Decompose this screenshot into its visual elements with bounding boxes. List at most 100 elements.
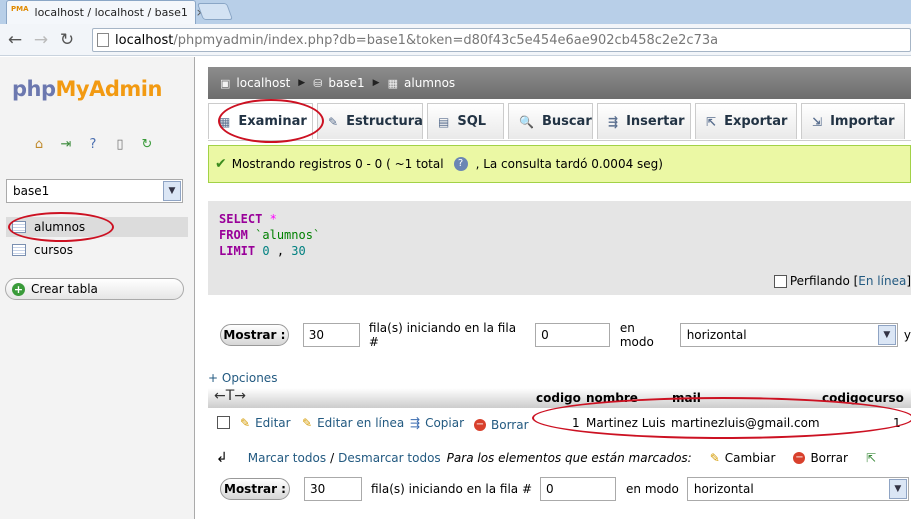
delete-link[interactable]: − Borrar [474, 410, 529, 440]
breadcrumb-server-label: localhost [236, 76, 291, 90]
tab-exportar[interactable]: ⇱ Exportar [695, 103, 797, 139]
browser-tab[interactable]: PMA localhost / localhost / base1 × [6, 0, 205, 24]
chevron-down-icon: ▼ [888, 479, 907, 499]
uncheck-all-link[interactable]: Desmarcar todos [338, 451, 441, 465]
rows-count-input[interactable]: 30 [304, 477, 362, 501]
table-icon [12, 221, 26, 233]
display-mode-select[interactable]: horizontal ▼ [679, 323, 898, 347]
navigation-row-bottom: Mostrar : 30 fila(s) iniciando en la fil… [220, 476, 911, 502]
breadcrumb-server[interactable]: ▣ localhost [220, 76, 290, 90]
forward-arrow-icon[interactable]: → [30, 30, 52, 50]
phpmyadmin-logo[interactable]: phpMyAdmin [12, 77, 162, 101]
tab-importar[interactable]: ⇲ Importar [801, 103, 905, 139]
start-row-input[interactable]: 0 [535, 323, 610, 347]
success-text-start: Mostrando registros 0 - 0 ( ~1 total [231, 157, 444, 171]
docs-icon[interactable]: ▯ [111, 137, 129, 153]
mode-label: en modo [626, 482, 679, 496]
column-header-codigocurso[interactable]: codigocurso [822, 388, 904, 408]
tab-examinar[interactable]: ▦ Examinar [208, 103, 313, 139]
sidebar-item-cursos[interactable]: cursos [6, 240, 188, 260]
bulk-change-button[interactable]: ✎ Cambiar [710, 451, 776, 465]
back-arrow-icon[interactable]: ← [4, 30, 26, 50]
browser-toolbar: ← → ↻ localhost/phpmyadmin/index.php?db=… [0, 24, 911, 56]
breadcrumb: ▣ localhost ▶ ⛁ base1 ▶ ▦ alumnos [208, 67, 911, 99]
rows-label: fila(s) iniciando en la fila # [368, 321, 517, 349]
breadcrumb-database-label: base1 [328, 76, 365, 90]
cell-nombre: Martinez Luis [586, 416, 666, 430]
reload-icon[interactable]: ↻ [138, 137, 156, 153]
database-select-value: base1 [13, 184, 50, 198]
sql-keyword-from: FROM [219, 228, 248, 242]
column-header-nombre[interactable]: nombre [586, 388, 638, 408]
display-mode-value: horizontal [693, 482, 754, 496]
home-icon[interactable]: ⌂ [30, 137, 48, 153]
tab-label: Importar [830, 114, 895, 129]
sidebar-item-label: cursos [34, 243, 73, 257]
logout-icon[interactable]: ⇥ [57, 137, 75, 153]
bulk-export-icon[interactable]: ⇱ [866, 451, 876, 465]
sidebar-item-alumnos[interactable]: alumnos [6, 217, 188, 237]
tab-insertar[interactable]: ⇶ Insertar [597, 103, 691, 139]
mode-label: en modo [619, 321, 654, 349]
tab-label: Exportar [724, 114, 788, 129]
tab-buscar[interactable]: 🔍 Buscar [508, 103, 593, 139]
sidebar-item-label: alumnos [34, 220, 86, 234]
inline-edit-row-link[interactable]: ✎ Editar en línea [302, 408, 404, 438]
row-checkbox[interactable] [217, 416, 230, 429]
table-icon: ▦ [387, 76, 398, 90]
inline-edit-link[interactable]: En línea [858, 274, 906, 288]
sql-query: SELECT * FROM `alumnos` LIMIT 0 , 30 [219, 211, 320, 259]
database-select[interactable]: base1 ▼ [6, 179, 183, 203]
breadcrumb-table-label: alumnos [404, 76, 456, 90]
reload-icon[interactable]: ↻ [56, 30, 78, 50]
show-button[interactable]: Mostrar : [220, 324, 289, 346]
tab-sql[interactable]: ▤ SQL [427, 103, 504, 139]
sql-star: * [269, 212, 277, 226]
checkmark-icon: ✔ [215, 156, 227, 172]
search-icon: 🔍 [519, 114, 534, 129]
help-icon[interactable]: ? [84, 137, 102, 153]
new-tab-button[interactable] [196, 3, 234, 20]
tab-label: Estructura [346, 114, 423, 129]
breadcrumb-database[interactable]: ⛁ base1 [313, 76, 364, 90]
tab-label: Buscar [541, 114, 592, 129]
copy-link[interactable]: ⇶ Copiar [410, 408, 464, 438]
nav-icon-row: ⌂ ⇥ ? ▯ ↻ [30, 137, 156, 153]
chevron-down-icon: ▼ [163, 181, 181, 201]
help-icon[interactable]: ? [453, 157, 468, 171]
arrow-left-up-icon: ↲ [216, 450, 228, 466]
create-table-button[interactable]: + Crear tabla [5, 278, 184, 300]
column-header-codigo[interactable]: codigo [536, 388, 581, 408]
sql-query-box: SELECT * FROM `alumnos` LIMIT 0 , 30 Per… [208, 201, 911, 295]
bulk-delete-button[interactable]: − Borrar [793, 451, 848, 465]
column-arrows-icon: ←T→ [214, 388, 247, 404]
sql-count: 30 [291, 244, 306, 258]
cell-mail: martinezluis@gmail.com [671, 416, 820, 430]
cell-codigocurso: 1 [893, 416, 901, 430]
start-row-input[interactable]: 0 [540, 477, 617, 501]
tab-label: SQL [457, 114, 487, 129]
copy-label: Copiar [425, 416, 465, 430]
edit-link[interactable]: ✎ Editar [240, 408, 291, 438]
show-button[interactable]: Mostrar : [220, 478, 290, 500]
sql-icon: ▤ [438, 114, 450, 129]
display-mode-select[interactable]: horizontal ▼ [686, 477, 909, 501]
table-row: ✎ Editar ✎ Editar en línea ⇶ Copiar − Borrar… [208, 408, 911, 438]
rows-count-input[interactable]: 30 [302, 323, 360, 347]
bulk-change-label: Cambiar [724, 451, 776, 465]
server-icon: ▣ [220, 76, 231, 90]
check-all-link[interactable]: Marcar todos [248, 451, 326, 465]
options-link[interactable]: + Opciones [208, 371, 277, 385]
sql-offset: 0 [262, 244, 270, 258]
pma-favicon-icon: PMA [11, 4, 29, 13]
success-text-end: , La consulta tardó 0.0004 seg) [475, 157, 663, 171]
success-message: ✔ Mostrando registros 0 - 0 ( ~1 total ?… [208, 145, 911, 183]
address-bar[interactable]: localhost/phpmyadmin/index.php?db=base1&… [92, 28, 911, 52]
breadcrumb-table[interactable]: ▦ alumnos [388, 76, 456, 90]
trailing-text: y [903, 328, 911, 342]
profiling-checkbox[interactable] [773, 274, 787, 288]
tab-estructura[interactable]: ✎ Estructura [317, 103, 423, 139]
column-header-mail[interactable]: mail [672, 388, 701, 408]
table-header: ←T→ codigo nombre mail codigocurso [208, 388, 911, 408]
sql-table-name: `alumnos` [255, 228, 321, 242]
